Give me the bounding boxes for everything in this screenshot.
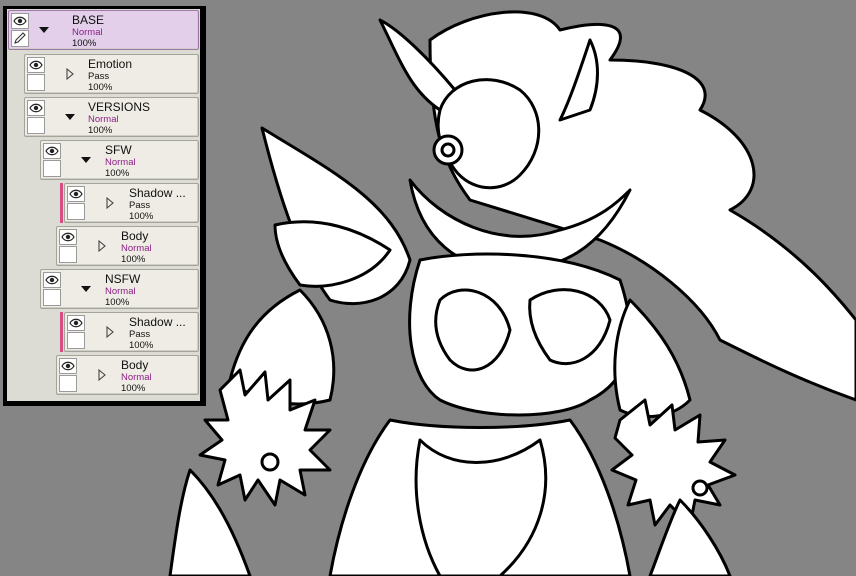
layer-blend-mode: Normal xyxy=(88,114,119,125)
expand-toggle[interactable] xyxy=(95,368,109,382)
layer-shadow-sfw[interactable]: Shadow ... Pass 100% xyxy=(60,183,199,223)
layer-name: Body xyxy=(121,358,149,372)
layer-name: Emotion xyxy=(88,57,133,71)
layer-blend-mode: Normal xyxy=(121,372,152,383)
right-fur-cuff-shape xyxy=(610,398,737,527)
layer-base[interactable]: BASE Normal 100% xyxy=(8,10,199,50)
edit-toggle[interactable] xyxy=(67,203,85,220)
edit-toggle[interactable] xyxy=(27,74,45,91)
layer-body-nsfw[interactable]: Body Normal 100% xyxy=(56,355,199,395)
layer-opacity: 100% xyxy=(105,168,130,179)
triangle-right-icon xyxy=(106,325,114,339)
visibility-toggle[interactable] xyxy=(59,358,77,374)
layer-name: NSFW xyxy=(105,272,141,286)
layer-name: BASE xyxy=(72,13,105,27)
visibility-toggle[interactable] xyxy=(11,13,29,29)
expand-toggle[interactable] xyxy=(63,110,77,124)
right-arm-shape xyxy=(613,298,692,419)
layer-versions[interactable]: VERSIONS Normal 100% xyxy=(24,97,199,137)
eye-icon xyxy=(45,275,59,285)
layer-shadow-nsfw[interactable]: Shadow ... Pass 100% xyxy=(60,312,199,352)
edit-toggle[interactable] xyxy=(43,160,61,177)
triangle-right-icon xyxy=(98,368,106,382)
layer-opacity: 100% xyxy=(88,82,113,93)
layer-opacity: 100% xyxy=(121,254,146,265)
layer-opacity: 100% xyxy=(72,38,97,49)
layer-opacity: 100% xyxy=(88,125,113,136)
layer-blend-mode: Normal xyxy=(105,286,136,297)
layer-blend-mode: Normal xyxy=(121,243,152,254)
eye-icon xyxy=(61,232,75,242)
layer-name: Body xyxy=(121,229,149,243)
layers-list: BASE Normal 100% Emotion Pass 100% VERSI… xyxy=(7,9,200,401)
visibility-toggle[interactable] xyxy=(27,57,45,73)
layer-opacity: 100% xyxy=(105,297,130,308)
triangle-down-icon xyxy=(81,157,91,163)
eye-icon xyxy=(61,361,75,371)
expand-toggle[interactable] xyxy=(79,282,93,296)
eye-icon xyxy=(29,60,43,70)
triangle-down-icon xyxy=(39,27,49,33)
layer-blend-mode: Pass xyxy=(88,71,110,82)
visibility-toggle[interactable] xyxy=(67,186,85,202)
layer-blend-mode: Pass xyxy=(129,329,151,340)
triangle-right-icon xyxy=(106,196,114,210)
expand-toggle[interactable] xyxy=(95,239,109,253)
layer-name: Shadow ... xyxy=(129,186,186,200)
edit-toggle[interactable] xyxy=(59,246,77,263)
left-gauntlet-shape xyxy=(168,468,252,576)
layer-opacity: 100% xyxy=(121,383,146,394)
layer-blend-mode: Pass xyxy=(129,200,151,211)
visibility-toggle[interactable] xyxy=(59,229,77,245)
layers-panel: BASE Normal 100% Emotion Pass 100% VERSI… xyxy=(3,6,206,406)
expand-toggle[interactable] xyxy=(103,325,117,339)
layer-name: VERSIONS xyxy=(88,100,151,114)
expand-toggle[interactable] xyxy=(79,153,93,167)
layer-opacity: 100% xyxy=(129,211,154,222)
layer-sfw[interactable]: SFW Normal 100% xyxy=(40,140,199,180)
visibility-toggle[interactable] xyxy=(43,272,61,288)
eye-icon xyxy=(69,318,83,328)
eye-icon xyxy=(69,189,83,199)
layer-emotion[interactable]: Emotion Pass 100% xyxy=(24,54,199,94)
expand-toggle[interactable] xyxy=(63,67,77,81)
edit-toggle[interactable] xyxy=(43,289,61,306)
layer-blend-mode: Normal xyxy=(105,157,136,168)
layer-opacity: 100% xyxy=(129,340,154,351)
pencil-icon xyxy=(14,32,26,44)
triangle-right-icon xyxy=(98,239,106,253)
visibility-toggle[interactable] xyxy=(67,315,85,331)
triangle-right-icon xyxy=(66,67,74,81)
visibility-toggle[interactable] xyxy=(27,100,45,116)
layer-name: Shadow ... xyxy=(129,315,186,329)
layer-name: SFW xyxy=(105,143,132,157)
visibility-toggle[interactable] xyxy=(43,143,61,159)
layer-blend-mode: Normal xyxy=(72,27,103,38)
eye-icon xyxy=(45,146,59,156)
triangle-down-icon xyxy=(81,286,91,292)
triangle-down-icon xyxy=(65,114,75,120)
expand-toggle[interactable] xyxy=(37,23,51,37)
layer-nsfw[interactable]: NSFW Normal 100% xyxy=(40,269,199,309)
edit-toggle[interactable] xyxy=(67,332,85,349)
edit-toggle[interactable] xyxy=(59,375,77,392)
eye-icon xyxy=(13,16,27,26)
edit-toggle[interactable] xyxy=(11,30,29,47)
edit-toggle[interactable] xyxy=(27,117,45,134)
eye-icon xyxy=(29,103,43,113)
expand-toggle[interactable] xyxy=(103,196,117,210)
layer-body-sfw[interactable]: Body Normal 100% xyxy=(56,226,199,266)
